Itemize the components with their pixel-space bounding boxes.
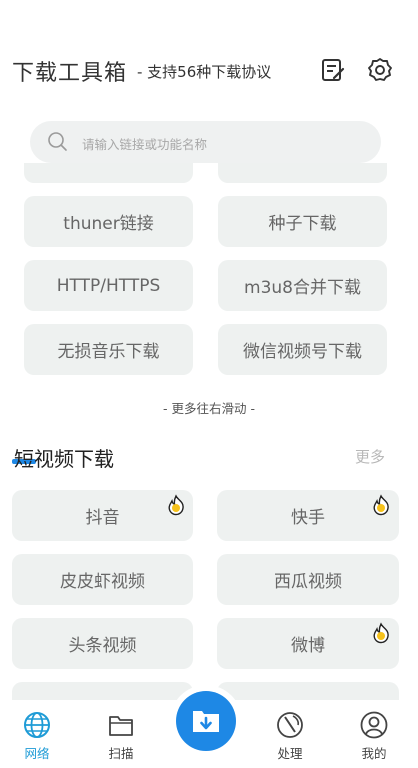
- tool-http-https[interactable]: HTTP/HTTPS: [24, 260, 193, 311]
- tool-thunder-link[interactable]: thuner链接: [24, 196, 193, 247]
- platform-xigua[interactable]: 西瓜视频: [217, 554, 399, 605]
- tab-process[interactable]: 处理: [270, 710, 310, 762]
- scroll-hint: - 更多往右滑动 -: [163, 401, 255, 416]
- satellite-dish-icon: [277, 712, 303, 738]
- tool-m3u8-merge[interactable]: m3u8合并下载: [218, 260, 387, 311]
- tool-lossless-music[interactable]: 无损音乐下载: [24, 324, 193, 375]
- clipped-row: [0, 163, 418, 185]
- tab-profile-label: 我的: [361, 746, 387, 761]
- hot-flame-icon: [373, 494, 389, 516]
- folder-icon: [109, 716, 133, 736]
- tab-network-label: 网络: [24, 746, 50, 761]
- search-input[interactable]: 请输入链接或功能名称: [30, 121, 381, 163]
- tab-process-label: 处理: [277, 746, 303, 761]
- search-placeholder: 请输入链接或功能名称: [82, 137, 208, 152]
- tool-button-hidden[interactable]: [24, 163, 193, 183]
- section-title: 短视频下载: [14, 447, 114, 471]
- tool-torrent-download[interactable]: 种子下载: [218, 196, 387, 247]
- page-subtitle: - 支持56种下载协议: [137, 63, 272, 81]
- tab-profile[interactable]: 我的: [354, 710, 394, 762]
- download-fab-button[interactable]: [176, 691, 236, 751]
- more-link[interactable]: 更多: [355, 446, 385, 467]
- platform-toutiao[interactable]: 头条视频: [12, 618, 193, 669]
- hot-flame-icon: [373, 622, 389, 644]
- settings-gear-icon[interactable]: [367, 57, 393, 83]
- tab-scan[interactable]: 扫描: [101, 710, 141, 762]
- notes-icon[interactable]: [320, 57, 346, 83]
- search-icon: [48, 132, 67, 151]
- tool-wechat-channels[interactable]: 微信视频号下载: [218, 324, 387, 375]
- user-icon: [360, 711, 388, 739]
- platform-pipixia[interactable]: 皮皮虾视频: [12, 554, 193, 605]
- globe-icon: [24, 712, 50, 738]
- tab-scan-label: 扫描: [108, 746, 134, 761]
- download-folder-icon: [193, 711, 219, 732]
- hot-flame-icon: [168, 494, 184, 516]
- tool-button-hidden[interactable]: [218, 163, 387, 183]
- page-title: 下载工具箱: [12, 61, 128, 86]
- tab-network[interactable]: 网络: [17, 710, 57, 762]
